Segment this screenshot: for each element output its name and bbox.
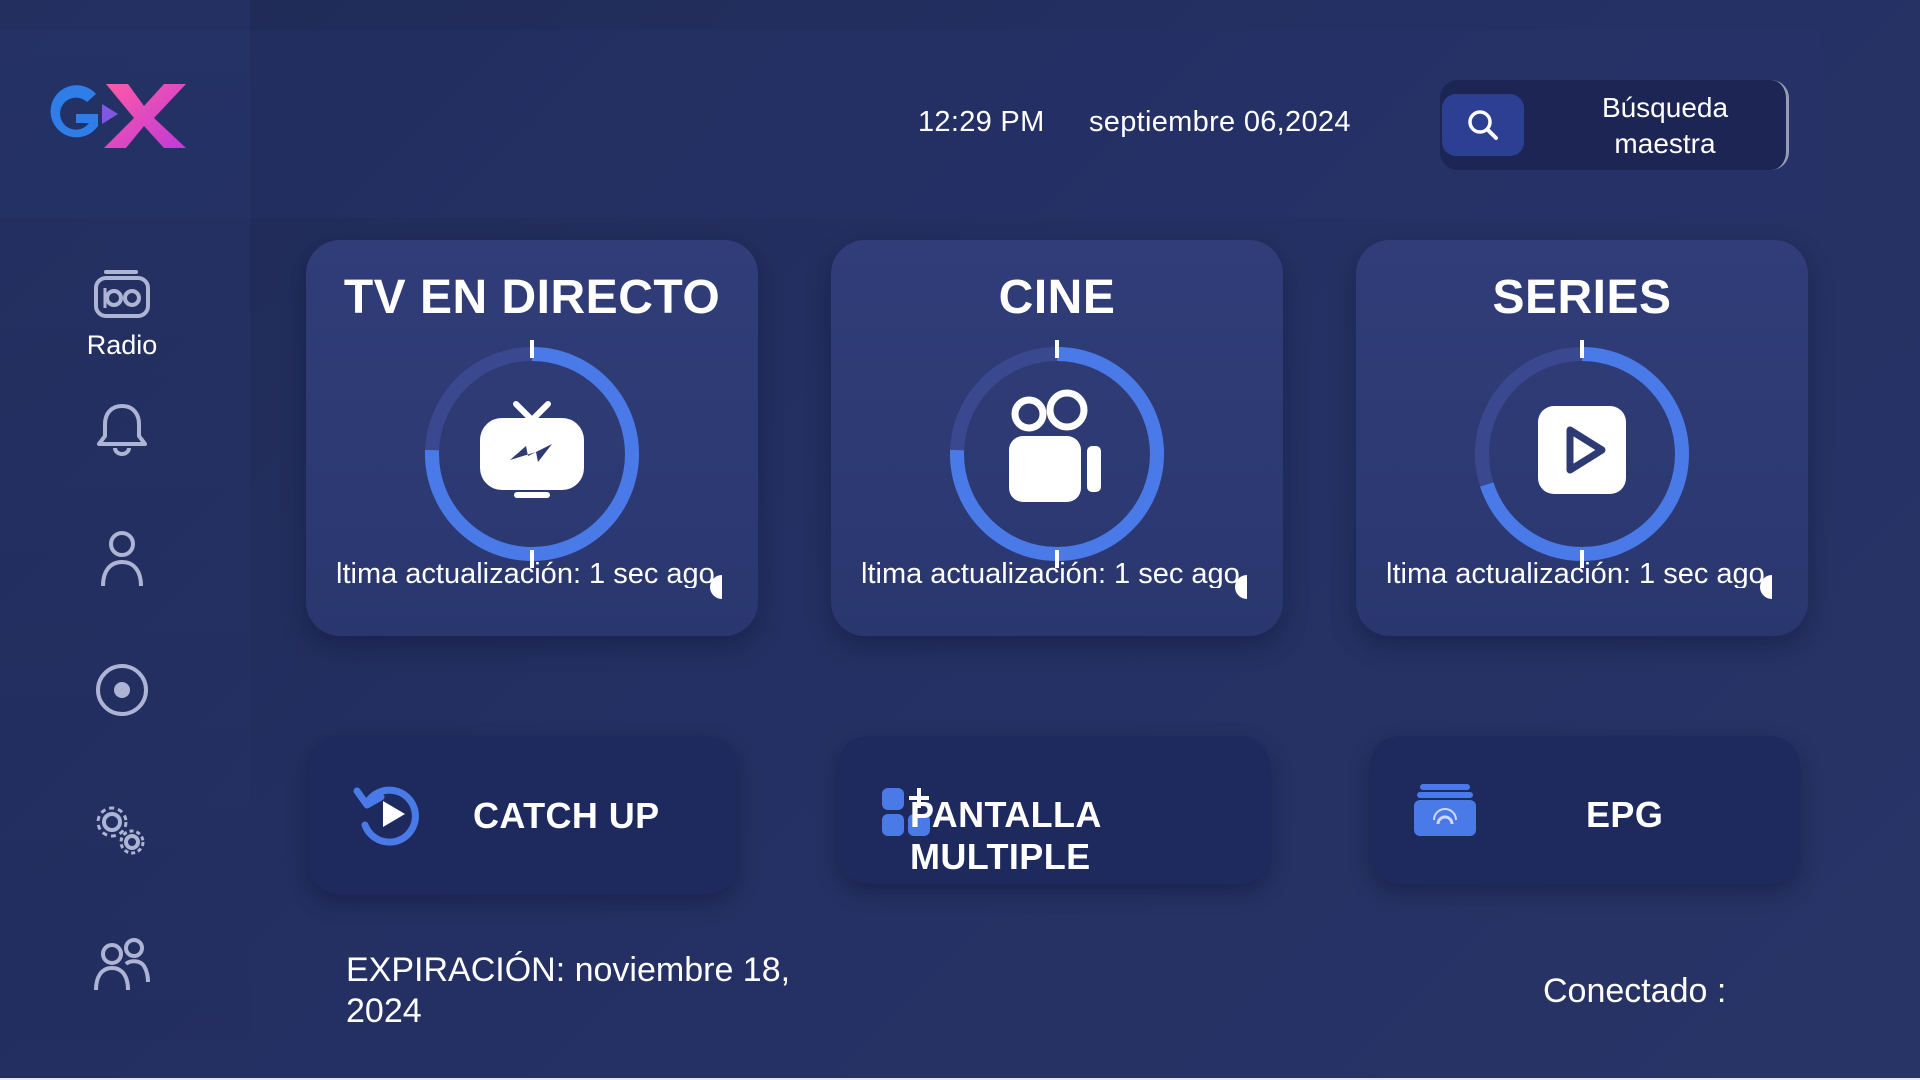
epg-button[interactable]: EPG [1370,736,1800,884]
catch-up-button[interactable]: CATCH UP [309,736,737,894]
card-cinema[interactable]: CINE ltima actualización: 1 sec ago [831,240,1283,636]
sidebar-item-notifications[interactable] [82,400,162,456]
multiscreen-button[interactable]: PANTALLA MULTIPLE [838,736,1270,884]
refresh-indicator [1235,575,1247,599]
radio-icon [94,270,150,318]
button-label: PANTALLA MULTIPLE [910,794,1101,877]
settings-gears-icon [96,806,145,855]
refresh-indicator [710,575,722,599]
users-icon [94,938,150,991]
sidebar-item-settings[interactable] [82,804,162,860]
card-title: TV EN DIRECTO [343,271,721,324]
card-live-tv[interactable]: TV EN DIRECTO ltima actualización: 1 sec… [306,240,758,636]
last-update-text: ltima actualización: 1 sec ago [1386,558,1765,588]
search-label[interactable]: Búsqueda maestra [1570,90,1760,162]
search-button[interactable] [1442,94,1524,156]
progress-ring [1475,340,1689,568]
last-update-text: ltima actualización: 1 sec ago [336,558,715,588]
movie-camera-icon [1009,389,1101,502]
refresh-indicator [1760,575,1772,599]
search-icon [1468,110,1498,140]
bell-icon [97,404,147,456]
sidebar-item-radio[interactable]: Radio [82,268,162,361]
button-label: EPG [1586,794,1664,835]
epg-icon [1414,784,1476,836]
play-icon [1538,406,1626,494]
sidebar-item-record[interactable] [82,662,162,718]
clock-time: 12:29 PM [918,106,1045,138]
brand-logo [50,84,186,148]
expiration-text: EXPIRACIÓN: noviembre 18, 2024 [346,951,791,1030]
card-title: SERIES [1492,271,1672,324]
progress-ring [425,340,639,568]
progress-ring [950,340,1164,568]
card-title: CINE [998,271,1116,324]
record-icon [96,664,148,716]
sidebar [0,0,250,1040]
button-label: CATCH UP [473,795,660,836]
catch-up-icon [353,786,419,846]
connection-status: Conectado : [1543,972,1727,1010]
current-date: septiembre 06,2024 [1089,106,1351,138]
sidebar-item-profiles[interactable] [82,936,162,992]
sidebar-item-label: Radio [86,330,158,360]
card-series[interactable]: SERIES ltima actualización: 1 sec ago [1356,240,1808,636]
live-tv-icon [480,401,584,498]
user-icon [101,531,143,587]
last-update-text: ltima actualización: 1 sec ago [861,558,1240,588]
sidebar-item-account[interactable] [82,530,162,588]
